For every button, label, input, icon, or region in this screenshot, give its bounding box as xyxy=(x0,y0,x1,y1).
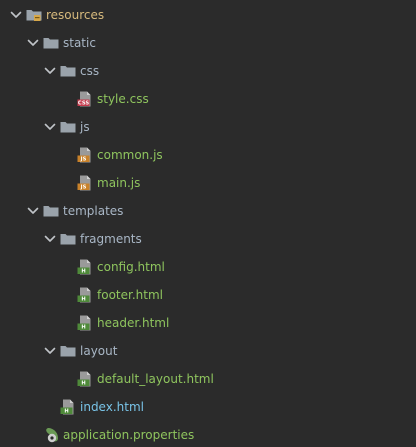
chevron-down-icon[interactable] xyxy=(25,35,41,51)
tree-item-label: application.properties xyxy=(63,428,195,442)
chevron-down-icon[interactable] xyxy=(42,231,58,247)
folder-icon xyxy=(59,230,77,248)
folder-icon xyxy=(59,342,77,360)
chevron-down-icon[interactable] xyxy=(42,119,58,135)
folder-icon xyxy=(42,34,60,52)
tree-item-label: fragments xyxy=(80,232,142,246)
tree-file-row[interactable]: JS common.js xyxy=(0,141,416,169)
tree-folder-row[interactable]: templates xyxy=(0,197,416,225)
tree-item-label: js xyxy=(80,120,90,134)
svg-text:H: H xyxy=(81,269,85,275)
tree-folder-row[interactable]: js xyxy=(0,113,416,141)
chevron-down-icon[interactable] xyxy=(42,63,58,79)
tree-item-label: templates xyxy=(63,204,124,218)
tree-folder-row[interactable]: layout xyxy=(0,337,416,365)
tree-item-label: index.html xyxy=(80,400,144,414)
tree-item-label: main.js xyxy=(97,176,141,190)
html-file-icon: H xyxy=(76,370,94,388)
svg-text:H: H xyxy=(81,297,85,303)
tree-item-label: static xyxy=(63,36,96,50)
svg-text:H: H xyxy=(81,381,85,387)
tree-item-label: css xyxy=(80,64,100,78)
tree-item-label: style.css xyxy=(97,92,149,106)
tree-file-row[interactable]: CSS style.css xyxy=(0,85,416,113)
svg-text:H: H xyxy=(81,325,85,331)
tree-folder-row[interactable]: fragments xyxy=(0,225,416,253)
svg-text:JS: JS xyxy=(80,185,87,191)
tree-file-row[interactable]: Hheader.html xyxy=(0,309,416,337)
js-file-icon: JS xyxy=(76,146,94,164)
tree-item-label: footer.html xyxy=(97,288,163,302)
tree-item-label: layout xyxy=(80,344,118,358)
chevron-down-icon[interactable] xyxy=(8,7,24,23)
tree-file-row[interactable]: Hfooter.html xyxy=(0,281,416,309)
tree-item-label: resources xyxy=(46,8,105,22)
chevron-down-icon[interactable] xyxy=(25,203,41,219)
resource-folder-icon xyxy=(25,6,43,24)
tree-item-label: header.html xyxy=(97,316,170,330)
html-file-icon: H xyxy=(59,398,77,416)
svg-text:H: H xyxy=(64,409,68,415)
folder-icon xyxy=(42,202,60,220)
tree-folder-row[interactable]: static xyxy=(0,29,416,57)
html-file-icon: H xyxy=(76,258,94,276)
tree-item-label: config.html xyxy=(97,260,165,274)
html-file-icon: H xyxy=(76,314,94,332)
project-tree: resources static css CSS style.css js JS common… xyxy=(0,0,416,447)
svg-text:JS: JS xyxy=(80,157,87,163)
folder-icon xyxy=(59,118,77,136)
chevron-down-icon[interactable] xyxy=(42,343,58,359)
properties-file-icon xyxy=(42,426,60,444)
tree-item-label: default_layout.html xyxy=(97,372,214,386)
tree-item-label: common.js xyxy=(97,148,163,162)
css-file-icon: CSS xyxy=(76,90,94,108)
tree-folder-row[interactable]: css xyxy=(0,57,416,85)
folder-icon xyxy=(59,62,77,80)
js-file-icon: JS xyxy=(76,174,94,192)
tree-file-row[interactable]: Hdefault_layout.html xyxy=(0,365,416,393)
tree-file-row[interactable]: Hconfig.html xyxy=(0,253,416,281)
html-file-icon: H xyxy=(76,286,94,304)
tree-folder-row[interactable]: resources xyxy=(0,1,416,29)
svg-text:CSS: CSS xyxy=(78,101,89,107)
tree-file-row[interactable]: application.properties xyxy=(0,421,416,447)
tree-file-row[interactable]: JS main.js xyxy=(0,169,416,197)
tree-file-row[interactable]: Hindex.html xyxy=(0,393,416,421)
